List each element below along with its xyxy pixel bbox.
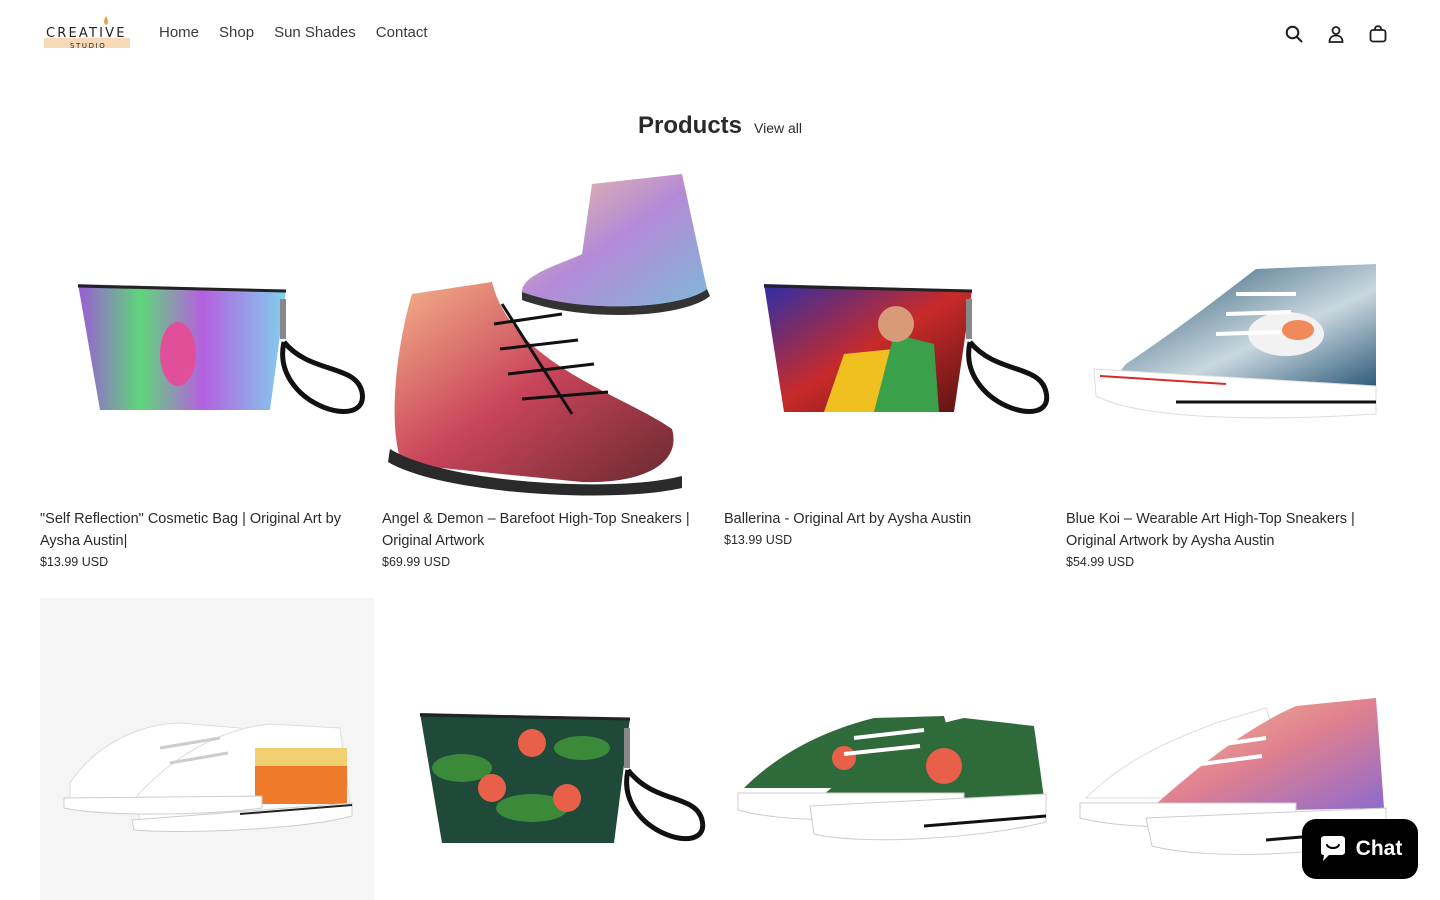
product-image[interactable] (40, 164, 374, 498)
cart-icon[interactable] (1366, 22, 1390, 46)
product-title[interactable]: Angel & Demon – Barefoot High-Top Sneake… (382, 508, 716, 552)
brand-name: CREATIVE (46, 26, 127, 41)
main-nav: Home Shop Sun Shades Contact (159, 24, 428, 41)
product-title[interactable]: "Self Reflection" Cosmetic Bag | Origina… (40, 508, 374, 552)
product-image[interactable] (382, 598, 716, 900)
chat-button[interactable]: Chat (1302, 819, 1418, 879)
product-image[interactable] (1066, 164, 1400, 498)
product-title[interactable]: Blue Koi – Wearable Art High-Top Sneaker… (1066, 508, 1400, 552)
nav-home[interactable]: Home (159, 24, 199, 41)
chat-bubble-icon (1320, 836, 1345, 861)
search-icon[interactable] (1282, 22, 1306, 46)
product-card[interactable]: Angel & Demon – Barefoot High-Top Sneake… (382, 164, 716, 569)
product-card[interactable]: "Self Reflection" Cosmetic Bag | Origina… (40, 164, 374, 569)
product-image[interactable] (40, 598, 374, 900)
chat-label: Chat (1355, 837, 1403, 860)
brand-logo[interactable]: CREATIVE STUDIO (44, 14, 134, 52)
product-price: $13.99 USD (40, 555, 109, 569)
account-icon[interactable] (1324, 22, 1348, 46)
product-card[interactable]: Ballerina - Original Art by Aysha Austin… (724, 164, 1058, 547)
products-section-header: Products View all (0, 112, 1440, 140)
product-price: $13.99 USD (724, 533, 793, 547)
product-price: $69.99 USD (382, 555, 451, 569)
nav-shop[interactable]: Shop (219, 24, 254, 41)
nav-sun-shades[interactable]: Sun Shades (274, 24, 356, 41)
view-all-link[interactable]: View all (754, 120, 802, 136)
header-icons (1282, 22, 1390, 46)
product-card[interactable] (40, 598, 374, 900)
section-title: Products (637, 112, 742, 139)
product-card[interactable] (724, 598, 1058, 900)
brand-sub: STUDIO (70, 42, 107, 50)
product-image[interactable] (724, 598, 1058, 900)
product-title[interactable]: Ballerina - Original Art by Aysha Austin (724, 508, 1058, 530)
product-image[interactable] (724, 164, 1058, 498)
product-price: $54.99 USD (1066, 555, 1135, 569)
site-header: CREATIVE STUDIO Home Shop Sun Shades Con… (0, 0, 1440, 68)
product-image[interactable] (382, 164, 716, 498)
product-card[interactable] (382, 598, 716, 900)
nav-contact[interactable]: Contact (376, 24, 428, 41)
product-card[interactable]: Blue Koi – Wearable Art High-Top Sneaker… (1066, 164, 1400, 569)
